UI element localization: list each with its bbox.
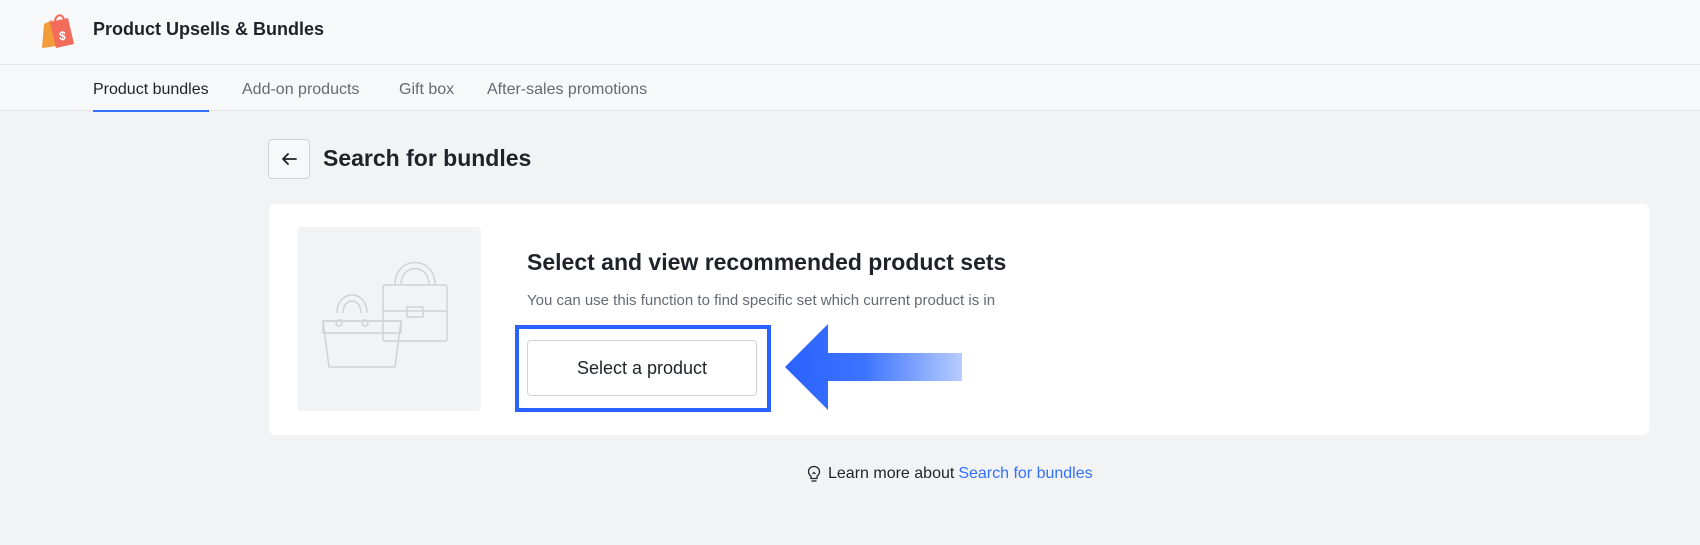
card-description: You can use this function to find specif… [527, 292, 996, 309]
lightbulb-icon [807, 465, 821, 482]
tab-after-sales-promotions[interactable]: After-sales promotions [487, 81, 647, 111]
tab-add-on-products[interactable]: Add-on products [242, 81, 359, 111]
shopping-bags-icon [322, 261, 448, 368]
select-product-button[interactable]: Select a product [527, 340, 757, 396]
card-title: Select and view recommended product sets [527, 249, 1007, 275]
top-bar: $ Product Upsells & Bundles [0, 0, 1700, 65]
arrow-left-icon [282, 153, 297, 165]
tab-product-bundles[interactable]: Product bundles [93, 81, 209, 112]
learn-more-text: Learn more about [828, 465, 955, 482]
back-button[interactable] [268, 139, 310, 179]
learn-more: Learn more about Search for bundles [806, 465, 1093, 483]
svg-text:$: $ [59, 29, 66, 43]
tab-gift-box[interactable]: Gift box [399, 81, 454, 111]
arrow-left-icon [785, 324, 962, 410]
illustration [297, 227, 481, 411]
tab-bar: Product bundles Add-on products Gift box… [0, 65, 1700, 112]
app-title: Product Upsells & Bundles [93, 19, 325, 39]
shopping-bag-dollar-icon: $ [42, 14, 74, 48]
search-for-bundles-link[interactable]: Search for bundles [958, 465, 1092, 483]
page-title: Search for bundles [323, 145, 532, 171]
